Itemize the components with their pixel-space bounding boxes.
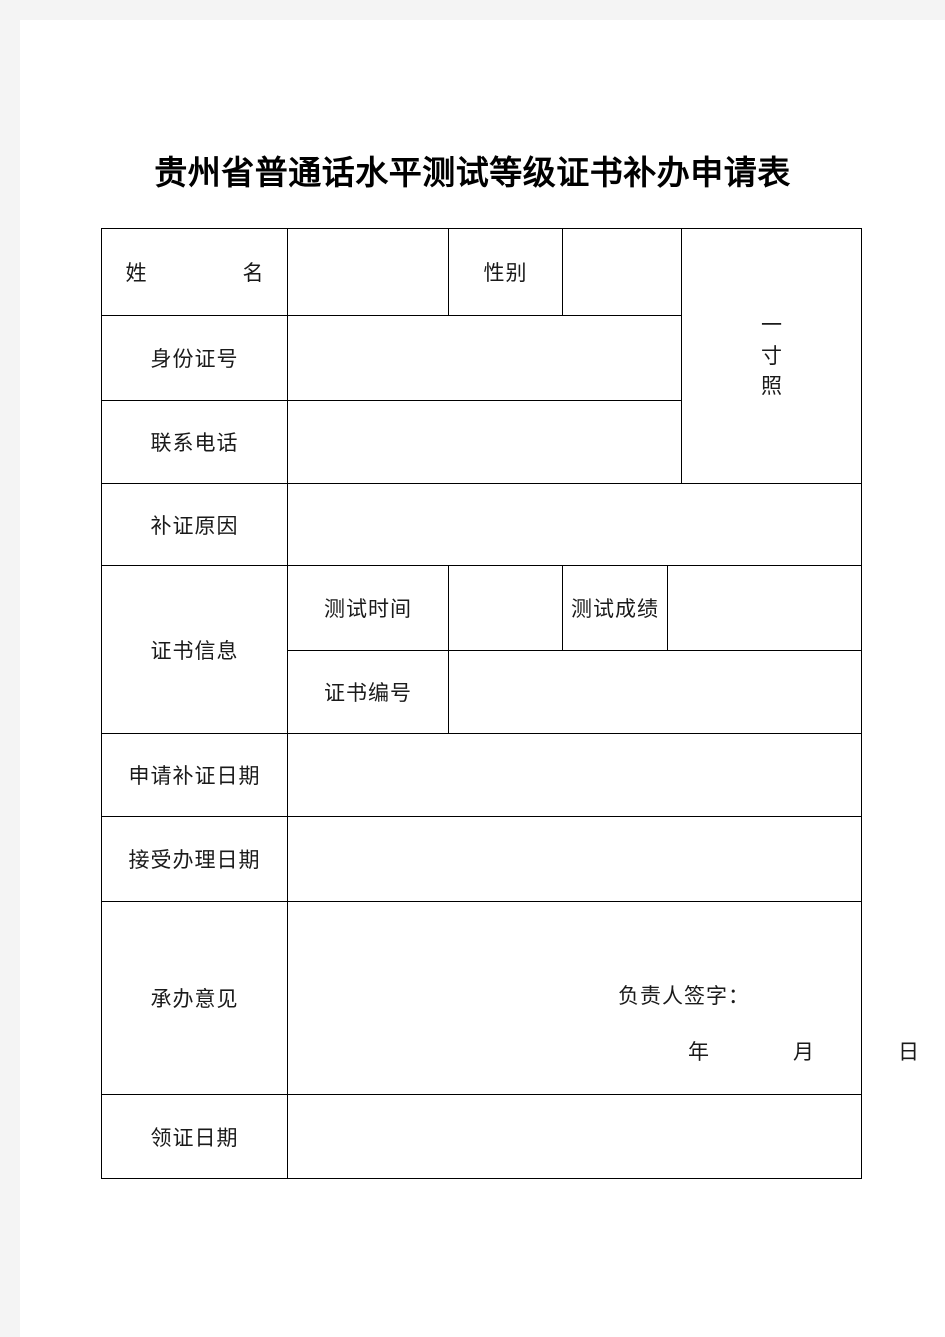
- field-gender-value[interactable]: [562, 228, 682, 316]
- photo-line-2: 寸: [761, 343, 782, 368]
- field-id-number-value[interactable]: [287, 315, 682, 401]
- photo-placeholder-text: 一 寸 照: [682, 310, 861, 401]
- field-phone-value[interactable]: [287, 400, 682, 484]
- table-row-collect-date: 领证日期: [101, 1094, 862, 1179]
- photo-line-1: 一: [761, 313, 782, 338]
- table-row-certificate-info-1: 证书信息 测试时间 测试成绩: [101, 565, 862, 734]
- table-row-apply-date: 申请补证日期: [101, 733, 862, 817]
- label-test-score: 测试成绩: [562, 565, 668, 651]
- field-apply-date-value[interactable]: [287, 733, 862, 817]
- label-accept-date: 接受办理日期: [101, 816, 288, 902]
- table-row-reason: 补证原因: [101, 483, 862, 566]
- field-reason-value[interactable]: [287, 483, 862, 566]
- field-certificate-number-value[interactable]: [448, 650, 862, 734]
- field-accept-date-value[interactable]: [287, 816, 862, 902]
- label-apply-date: 申请补证日期: [101, 733, 288, 817]
- field-collect-date-value[interactable]: [287, 1094, 862, 1179]
- label-collect-date: 领证日期: [101, 1094, 288, 1179]
- table-row-handling-opinion: 承办意见 负责人签字： 年 月 日: [101, 901, 919, 1095]
- signature-label: 负责人签字：: [618, 984, 750, 1008]
- photo-line-3: 照: [761, 374, 782, 399]
- label-certificate-number: 证书编号: [287, 650, 449, 734]
- field-test-score-value[interactable]: [667, 565, 862, 651]
- label-handling-opinion: 承办意见: [101, 901, 288, 1095]
- photo-placeholder-cell: 一 寸 照: [681, 228, 862, 484]
- date-label: 年 月 日: [688, 1040, 933, 1064]
- label-test-time: 测试时间: [287, 565, 449, 651]
- label-phone: 联系电话: [101, 400, 288, 484]
- label-id-number: 身份证号: [101, 315, 288, 401]
- table-row-name: 姓 名 性别 一 寸 照: [101, 228, 862, 484]
- label-name: 姓 名: [101, 228, 288, 316]
- table-row-accept-date: 接受办理日期: [101, 816, 862, 902]
- label-reason: 补证原因: [101, 483, 288, 566]
- field-test-time-value[interactable]: [448, 565, 563, 651]
- page-title: 贵州省普通话水平测试等级证书补办申请表: [154, 153, 791, 192]
- label-certificate-info: 证书信息: [101, 565, 288, 734]
- field-name-value[interactable]: [287, 228, 449, 316]
- application-form-table: 姓 名 性别 一 寸 照 身份证号 联系电话 补证原因 证书信息 测试时间 测试…: [101, 228, 919, 1179]
- field-handling-opinion-area[interactable]: 负责人签字： 年 月 日: [287, 901, 919, 1095]
- document-page: 贵州省普通话水平测试等级证书补办申请表 姓 名 性别 一 寸 照 身份证号 联系…: [20, 20, 945, 1337]
- label-gender: 性别: [448, 228, 563, 316]
